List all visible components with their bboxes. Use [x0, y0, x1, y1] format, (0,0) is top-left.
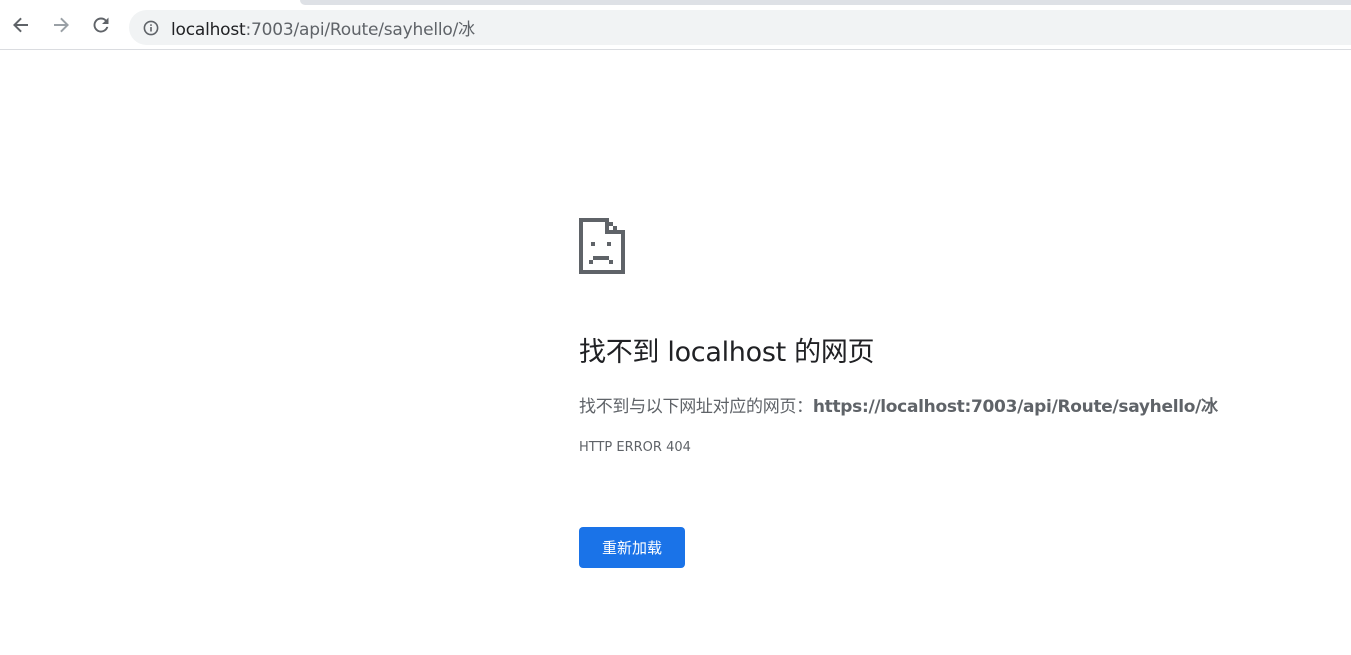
tab-strip-edge — [300, 0, 1351, 5]
browser-toolbar: localhost:7003/api/Route/sayhello/冰 — [0, 0, 1351, 50]
address-bar[interactable]: localhost:7003/api/Route/sayhello/冰 — [129, 10, 1351, 45]
error-title: 找不到 localhost 的网页 — [579, 337, 875, 368]
sad-document-icon — [579, 218, 625, 274]
site-info-button[interactable] — [142, 19, 160, 37]
error-code: HTTP ERROR 404 — [579, 440, 691, 455]
error-page: 找不到 localhost 的网页 找不到与以下网址对应的网页：https://… — [579, 218, 1279, 568]
url-text[interactable]: localhost:7003/api/Route/sayhello/冰 — [171, 15, 475, 40]
forward-arrow-icon — [54, 17, 69, 33]
reload-icon — [93, 17, 109, 33]
error-url: https://localhost:7003/api/Route/sayhell… — [812, 397, 1218, 417]
url-host: localhost — [171, 20, 246, 40]
error-summary-text: 找不到与以下网址对应的网页： — [579, 397, 813, 417]
reload-button[interactable]: 重新加载 — [579, 527, 685, 568]
reload-page-button[interactable] — [88, 12, 114, 38]
url-path: :7003/api/Route/sayhello/冰 — [245, 20, 476, 40]
back-button[interactable] — [8, 12, 34, 38]
error-summary: 找不到与以下网址对应的网页：https://localhost:7003/api… — [579, 392, 1218, 417]
forward-button[interactable] — [48, 12, 74, 38]
back-arrow-icon — [13, 17, 28, 33]
info-icon — [143, 20, 159, 35]
